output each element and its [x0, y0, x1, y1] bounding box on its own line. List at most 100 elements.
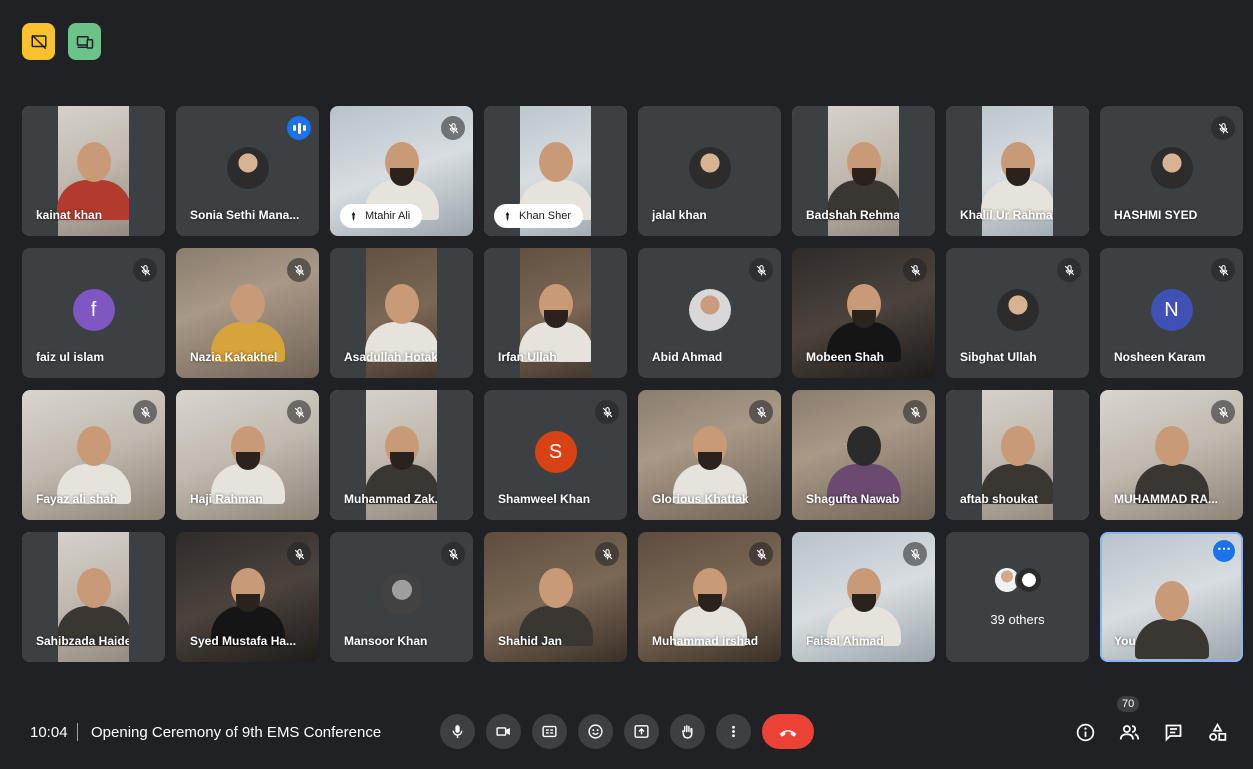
people-button[interactable]: 70: [1117, 696, 1141, 744]
participant-video: [210, 568, 285, 647]
participant-name: Abid Ahmad: [652, 350, 723, 364]
present-off-icon: [31, 34, 46, 49]
participant-tile[interactable]: Faisal Ahmad: [792, 532, 935, 662]
more-options-icon[interactable]: ⋯: [1213, 540, 1235, 562]
participant-tile[interactable]: Mtahir Ali: [330, 106, 473, 236]
pinned-chip[interactable]: Mtahir Ali: [340, 204, 423, 228]
participant-tile[interactable]: Muhammad irshad: [638, 532, 781, 662]
present-button[interactable]: [624, 714, 659, 749]
participant-video: [672, 568, 747, 647]
participant-video: [826, 284, 901, 363]
participant-name: Shahid Jan: [498, 634, 563, 648]
captions-icon: [542, 725, 557, 738]
present-icon: [634, 725, 649, 738]
participant-tile[interactable]: N Nosheen Karam: [1100, 248, 1243, 378]
participant-name: Asadullah Hotak: [344, 350, 439, 364]
self-tile[interactable]: ⋯ You: [1100, 532, 1243, 662]
participant-tile[interactable]: jalal khan: [638, 106, 781, 236]
others-tile[interactable]: 39 others: [946, 532, 1089, 662]
mic-off-icon: [595, 400, 619, 424]
participant-video: [56, 426, 131, 505]
participant-tile[interactable]: Khalil Ur Rahman: [946, 106, 1089, 236]
mic-off-icon: [749, 400, 773, 424]
end-call-button[interactable]: [762, 714, 814, 749]
participant-tile[interactable]: HASHMI SYED: [1100, 106, 1243, 236]
mic-off-icon: [133, 116, 157, 140]
bottom-bar: 10:04 Opening Ceremony of 9th EMS Confer…: [0, 696, 1253, 769]
participant-video: [56, 142, 131, 221]
participant-tile[interactable]: Badshah Rehman: [792, 106, 935, 236]
participant-grid: kainat khan Sonia Sethi Mana... Mtahir A…: [22, 106, 1243, 662]
participant-video: [826, 426, 901, 505]
mic-off-icon: [1211, 116, 1235, 140]
participant-tile[interactable]: MUHAMMAD RA...: [1100, 390, 1243, 520]
mic-button[interactable]: [440, 714, 475, 749]
more-options-button[interactable]: [716, 714, 751, 749]
pinned-chip[interactable]: Khan Sher: [494, 204, 583, 228]
camera-button[interactable]: [486, 714, 521, 749]
participant-video: [518, 142, 593, 221]
chat-icon: [1165, 724, 1181, 742]
participant-tile[interactable]: Nazia Kakakhel: [176, 248, 319, 378]
participant-video: [672, 426, 747, 505]
participant-tile[interactable]: Fayaz ali shah: [22, 390, 165, 520]
meet-window: kainat khan Sonia Sethi Mana... Mtahir A…: [0, 0, 1253, 769]
divider: [77, 723, 78, 741]
participant-video: [210, 284, 285, 363]
devices-icon: [76, 35, 93, 49]
mic-off-icon: [903, 400, 927, 424]
mic-off-icon: [1057, 258, 1081, 282]
participant-tile[interactable]: Mobeen Shah: [792, 248, 935, 378]
devices-badge[interactable]: [68, 23, 101, 60]
others-avatars: [992, 566, 1043, 594]
participant-tile[interactable]: Haji Rahman: [176, 390, 319, 520]
participant-tile[interactable]: Sonia Sethi Mana...: [176, 106, 319, 236]
self-video: [1134, 581, 1209, 660]
participant-name: Sahibzada Haide...: [36, 634, 142, 648]
presentation-status-badge[interactable]: [22, 23, 55, 60]
participant-name: faiz ul islam: [36, 350, 105, 364]
side-controls: 70: [1073, 696, 1229, 744]
participant-name: MUHAMMAD RA...: [1114, 492, 1218, 506]
participant-tile[interactable]: Khan Sher: [484, 106, 627, 236]
participant-name: Mtahir Ali: [365, 210, 411, 222]
info-button[interactable]: [1073, 720, 1097, 744]
participant-video: [518, 284, 593, 363]
participant-tile[interactable]: Sahibzada Haide...: [22, 532, 165, 662]
mic-off-icon: [133, 542, 157, 566]
participant-name: Nosheen Karam: [1114, 350, 1206, 364]
chat-button[interactable]: [1161, 720, 1185, 744]
participant-tile[interactable]: kainat khan: [22, 106, 165, 236]
participant-tile[interactable]: aftab shoukat: [946, 390, 1089, 520]
participant-tile[interactable]: Muhammad Zak...: [330, 390, 473, 520]
participant-video: [980, 426, 1055, 505]
raise-hand-button[interactable]: [670, 714, 705, 749]
participant-name: HASHMI SYED: [1114, 208, 1198, 222]
participant-tile[interactable]: Glorious Khattak: [638, 390, 781, 520]
participant-tile[interactable]: Sibghat Ullah: [946, 248, 1089, 378]
participant-tile[interactable]: Shagufta Nawab: [792, 390, 935, 520]
mic-off-icon: [441, 116, 465, 140]
participant-tile[interactable]: Shahid Jan: [484, 532, 627, 662]
participant-name: Irfan Ullah: [498, 350, 557, 364]
participant-tile[interactable]: Irfan Ullah: [484, 248, 627, 378]
emoji-button[interactable]: [578, 714, 613, 749]
participant-tile[interactable]: Syed Mustafa Ha...: [176, 532, 319, 662]
participant-tile[interactable]: f faiz ul islam: [22, 248, 165, 378]
participant-name: Mansoor Khan: [344, 634, 428, 648]
activities-button[interactable]: [1205, 720, 1229, 744]
captions-button[interactable]: [532, 714, 567, 749]
participant-name: kainat khan: [36, 208, 103, 222]
mic-off-icon: [441, 258, 465, 282]
participant-tile[interactable]: Mansoor Khan: [330, 532, 473, 662]
avatar: [226, 147, 269, 189]
top-badges: [22, 23, 101, 60]
avatar: [996, 289, 1039, 331]
participant-name: Muhammad irshad: [652, 634, 759, 648]
participant-name: Faisal Ahmad: [806, 634, 884, 648]
participant-tile[interactable]: S Shamweel Khan: [484, 390, 627, 520]
participant-tile[interactable]: Abid Ahmad: [638, 248, 781, 378]
participant-tile[interactable]: Asadullah Hotak: [330, 248, 473, 378]
end-call-icon: [779, 729, 797, 737]
participant-name: Shamweel Khan: [498, 492, 591, 506]
